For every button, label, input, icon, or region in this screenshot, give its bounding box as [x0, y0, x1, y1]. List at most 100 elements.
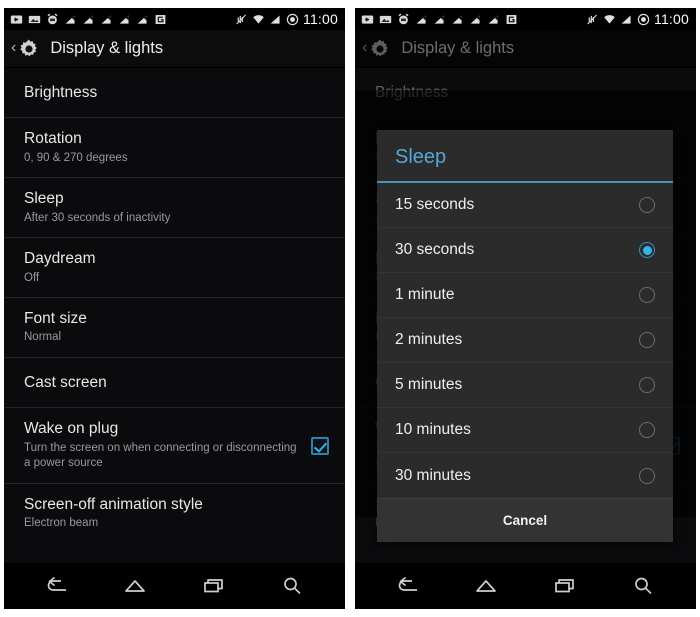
row-text: Brightness: [24, 83, 97, 102]
page-title: Display & lights: [401, 39, 515, 57]
image-icon: [28, 15, 41, 23]
row-text: Font size Normal: [24, 309, 87, 346]
row-subtitle: After 30 seconds of inactivity: [24, 211, 171, 224]
settings-row-wake-on-plug[interactable]: Wake on plug Turn the screen on when con…: [4, 408, 345, 484]
option-label: 2 minutes: [395, 331, 463, 348]
status-bar-icons-left: [10, 13, 167, 26]
alarm-clock-icon: [47, 13, 58, 24]
image-icon: [379, 15, 392, 23]
wake-on-plug-checkbox[interactable]: [311, 436, 329, 455]
alarm-clock-icon: [398, 13, 409, 24]
status-bar-icons-right: 11:00: [235, 8, 338, 30]
row-title: Sleep: [24, 190, 64, 208]
vibrate-mute-icon: [587, 14, 597, 24]
option-radio-selected[interactable]: [639, 242, 655, 258]
g-network-icon: [155, 14, 166, 24]
page-title: Display & lights: [50, 39, 164, 57]
do-not-disturb-icon: [637, 13, 650, 25]
row-subtitle: Electron beam: [24, 517, 99, 530]
dialog-title: Sleep: [395, 146, 447, 168]
settings-list-left[interactable]: Brightness Rotation 0, 90 & 270 degrees …: [4, 68, 345, 563]
back-chevron-icon[interactable]: ‹: [11, 40, 16, 56]
row-subtitle: 0, 90 & 270 degrees: [24, 151, 128, 164]
settings-row-rotation[interactable]: Rotation 0, 90 & 270 degrees: [4, 118, 345, 179]
cancel-button[interactable]: Cancel: [377, 498, 673, 542]
option-radio[interactable]: [639, 377, 655, 393]
status-bar-clock: 11:00: [654, 11, 689, 27]
recents-icon[interactable]: [200, 574, 228, 598]
option-radio[interactable]: [639, 197, 655, 213]
sleep-dialog: Sleep 15 seconds 30 seconds 1 minute 2 m…: [377, 130, 673, 542]
navigation-bar-right[interactable]: [355, 563, 696, 609]
option-radio[interactable]: [639, 422, 655, 438]
dialog-option-1-minute[interactable]: 1 minute: [377, 273, 673, 318]
dialog-title-wrap: Sleep: [377, 130, 673, 181]
settings-row-screen-off-animation[interactable]: Screen-off animation style Electron beam: [4, 484, 345, 543]
navigation-bar-left[interactable]: [4, 563, 345, 609]
home-icon[interactable]: [472, 574, 500, 598]
signal-cut-icon: [470, 14, 480, 24]
settings-row-brightness[interactable]: Brightness: [4, 68, 345, 119]
row-text: Cast screen: [24, 373, 107, 392]
action-bar-left[interactable]: ‹ Display & lights: [4, 30, 345, 68]
row-title: Wake on plug: [24, 420, 119, 438]
cell-signal-icon: [621, 14, 631, 24]
screenshot-stage: 11:00 ‹ Display & lights Brightness Rota…: [0, 0, 700, 617]
action-bar-right: ‹ Display & lights: [355, 30, 696, 68]
back-icon[interactable]: [394, 574, 422, 598]
dialog-option-2-minutes[interactable]: 2 minutes: [377, 318, 673, 363]
back-arrow-badge-icon: [10, 14, 23, 24]
back-icon[interactable]: [43, 574, 71, 598]
search-icon[interactable]: [278, 574, 306, 598]
g-network-icon: [506, 14, 517, 24]
dialog-option-30-seconds[interactable]: 30 seconds: [377, 228, 673, 273]
back-arrow-badge-icon: [361, 14, 374, 24]
row-text: Daydream Off: [24, 249, 96, 286]
signal-cut-icon: [83, 14, 93, 24]
row-title: Daydream: [24, 250, 96, 268]
dialog-option-10-minutes[interactable]: 10 minutes: [377, 408, 673, 453]
row-text: Wake on plug Turn the screen on when con…: [24, 419, 299, 471]
status-bar-icons-right: 11:00: [586, 8, 689, 30]
settings-list-right: Brightness Rotation 0, 90 & 270 degrees …: [355, 68, 696, 563]
search-icon[interactable]: [629, 574, 657, 598]
status-bar-left: 11:00: [4, 8, 345, 30]
row-title: Rotation: [24, 130, 82, 148]
row-text: Sleep After 30 seconds of inactivity: [24, 189, 170, 226]
option-label: 1 minute: [395, 286, 455, 303]
row-title: Brightness: [24, 84, 98, 101]
signal-cut-icon: [65, 14, 75, 24]
vibrate-mute-icon: [236, 14, 246, 24]
settings-row-cast-screen[interactable]: Cast screen: [4, 358, 345, 409]
row-subtitle: Turn the screen on when connecting or di…: [24, 441, 297, 470]
dialog-option-15-seconds[interactable]: 15 seconds: [377, 183, 673, 228]
dialog-option-5-minutes[interactable]: 5 minutes: [377, 363, 673, 408]
dialog-option-30-minutes[interactable]: 30 minutes: [377, 453, 673, 498]
settings-row-daydream[interactable]: Daydream Off: [4, 238, 345, 299]
settings-row-font-size[interactable]: Font size Normal: [4, 298, 345, 358]
phone-left: 11:00 ‹ Display & lights Brightness Rota…: [4, 8, 345, 609]
row-text: Rotation 0, 90 & 270 degrees: [24, 129, 128, 166]
settings-row-sleep[interactable]: Sleep After 30 seconds of inactivity: [4, 178, 345, 239]
option-radio[interactable]: [639, 467, 655, 484]
option-label: 10 minutes: [395, 421, 471, 438]
row-subtitle: Off: [24, 271, 40, 284]
home-icon[interactable]: [121, 574, 149, 598]
recents-icon[interactable]: [551, 574, 579, 598]
status-bar-icons-left: [361, 13, 518, 26]
row-title: Font size: [24, 310, 87, 328]
status-bar-right: 11:00: [355, 8, 696, 30]
cell-signal-icon: [270, 14, 280, 24]
signal-cut-icon: [452, 14, 462, 24]
row-text: Screen-off animation style Electron beam: [24, 495, 203, 532]
signal-cut-icon: [416, 14, 426, 24]
option-radio[interactable]: [639, 332, 655, 348]
gear-icon: [371, 39, 389, 56]
dialog-options-list[interactable]: 15 seconds 30 seconds 1 minute 2 minutes: [377, 183, 673, 498]
gear-icon: [20, 39, 38, 56]
option-radio[interactable]: [639, 287, 655, 303]
status-bar-clock: 11:00: [303, 11, 338, 27]
back-chevron-icon: ‹: [362, 39, 368, 56]
row-title: Screen-off animation style: [24, 495, 203, 513]
signal-cut-icon: [434, 14, 444, 24]
